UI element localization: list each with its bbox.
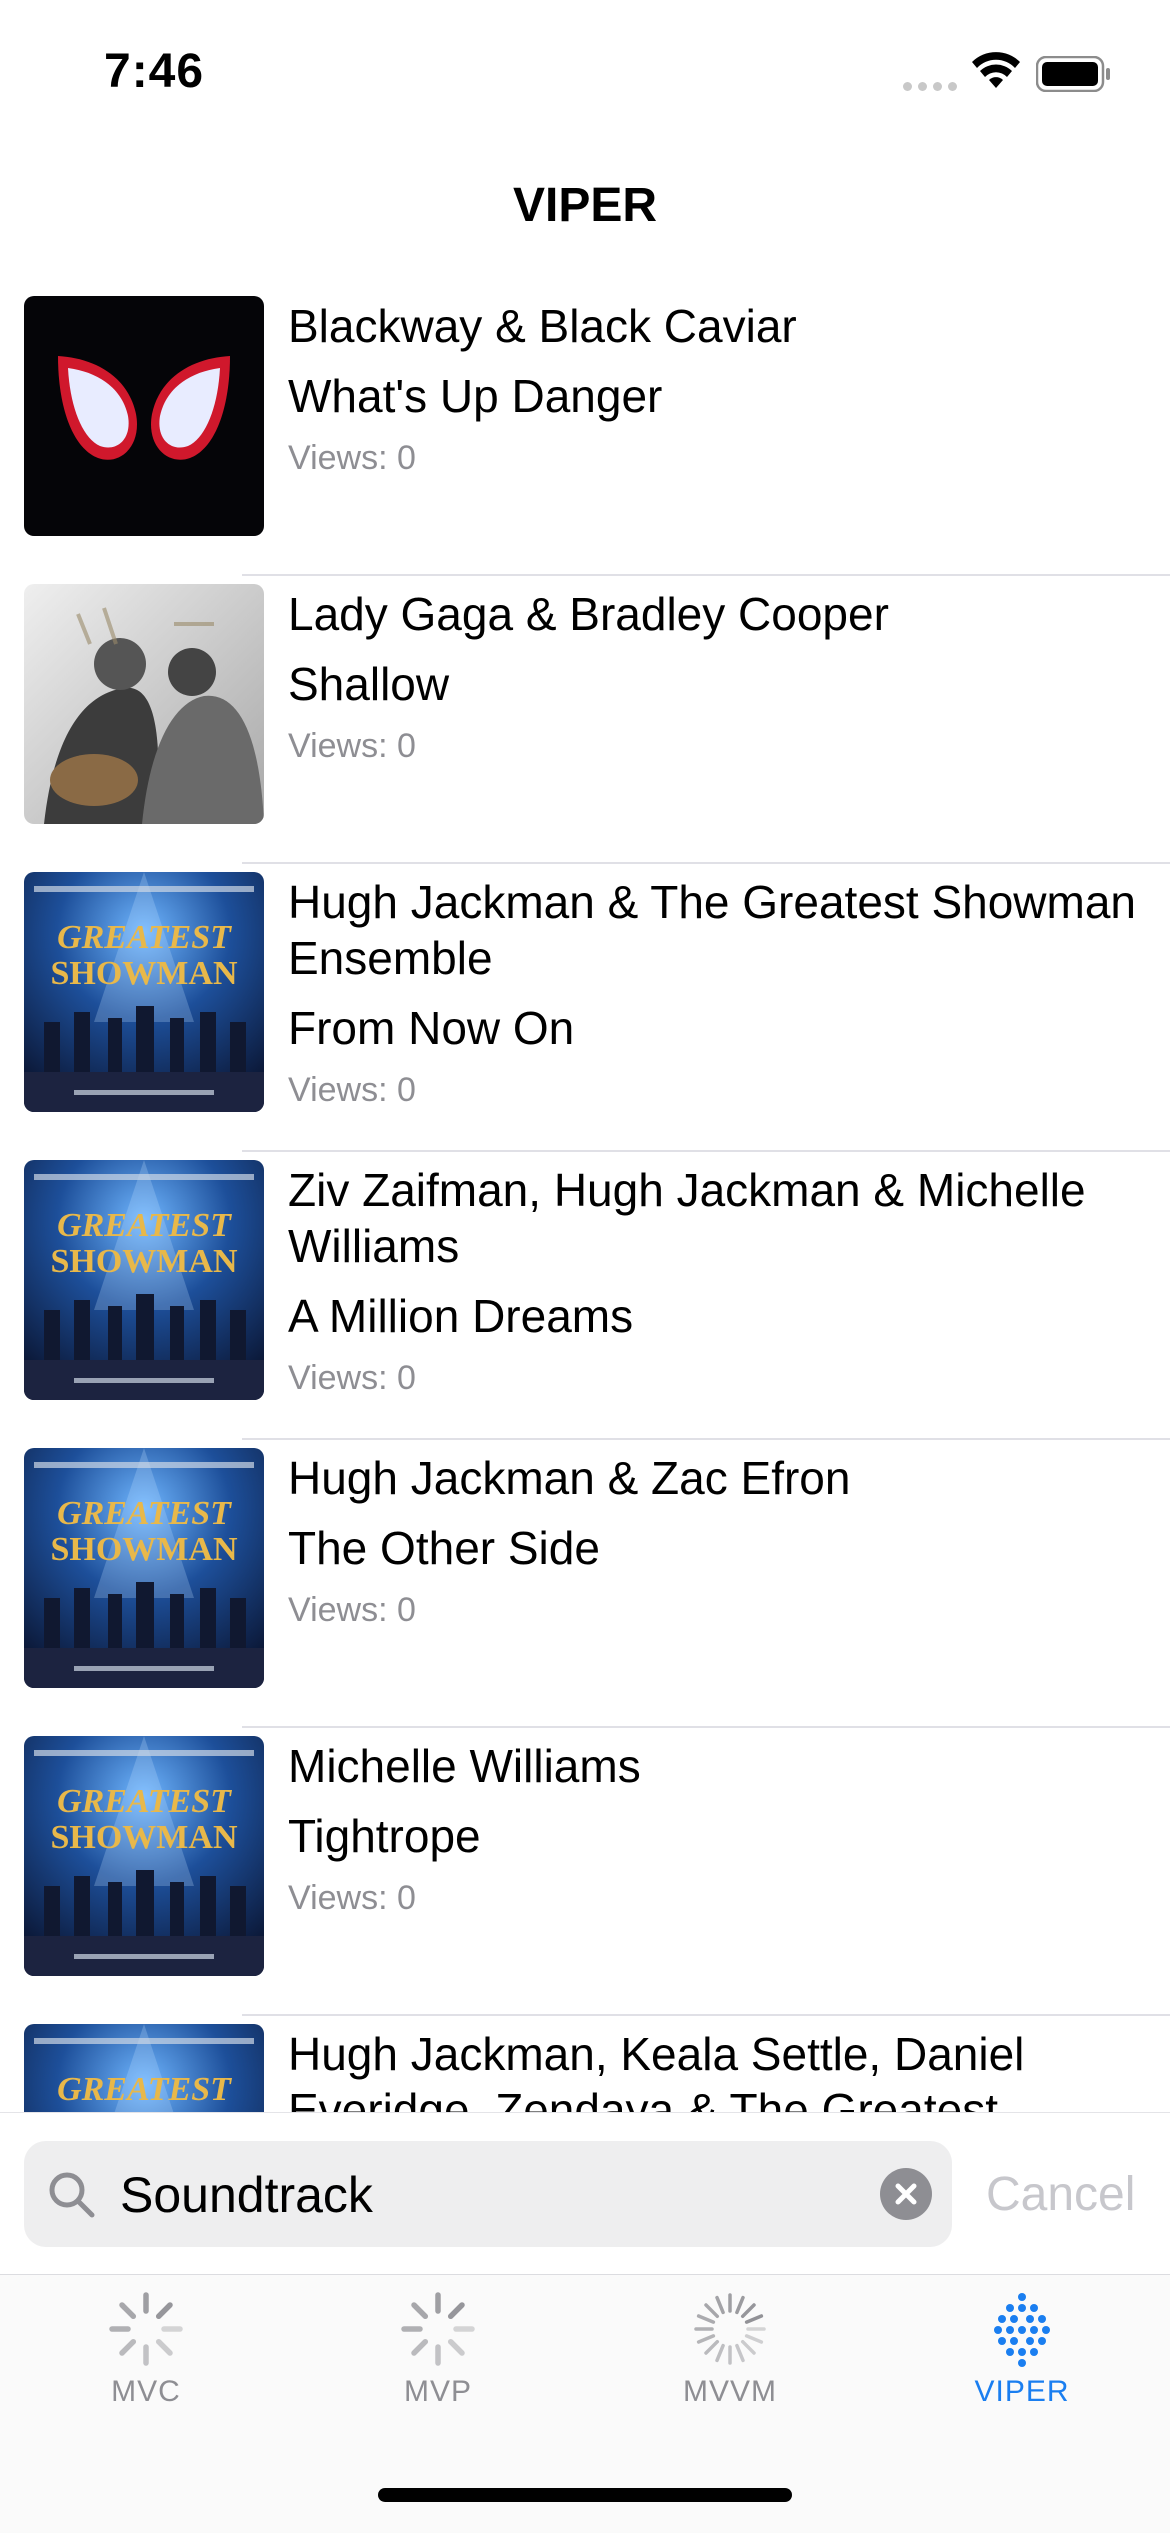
track-views: Views: 0: [288, 727, 416, 765]
svg-text:SHOWMAN: SHOWMAN: [51, 1531, 238, 1568]
list-item[interactable]: GREATEST SHOWMAN Hugh Jackman & Zac Efron…: [0, 1440, 1170, 1728]
spinner-icon: [694, 2293, 766, 2365]
track-artist: Hugh Jackman, Keala Settle, Daniel Everi…: [288, 2028, 1025, 2112]
album-art: GREATESTSHOWMAN: [24, 2024, 264, 2112]
tab-label: MVVM: [683, 2375, 777, 2408]
list-item[interactable]: GREATESTSHOWMAN Hugh Jackman, Keala Sett…: [0, 2016, 1170, 2112]
track-title: From Now On: [288, 1002, 575, 1054]
cancel-button[interactable]: Cancel: [986, 2167, 1135, 2222]
spinner-icon: [401, 2292, 475, 2366]
track-views: Views: 0: [288, 1879, 416, 1917]
album-art: [24, 584, 264, 824]
list-item[interactable]: GREATEST SHOWMAN Ziv Zaifman, Hugh Jackma…: [0, 1152, 1170, 1440]
search-input[interactable]: Soundtrack: [120, 2167, 373, 2223]
status-bar: 7:46: [0, 0, 1170, 140]
tab-mvc[interactable]: MVC: [0, 2289, 292, 2409]
track-artist: Ziv Zaifman, Hugh Jackman & Michelle Wil…: [288, 1164, 1086, 1272]
track-title: A Million Dreams: [288, 1290, 634, 1342]
track-artist: Hugh Jackman & Zac Efron: [288, 1452, 851, 1504]
track-artist: Blackway & Black Caviar: [288, 300, 797, 352]
battery-icon: [1036, 56, 1110, 92]
list-item[interactable]: Lady Gaga & Bradley Cooper Shallow Views…: [0, 576, 1170, 864]
track-artist: Lady Gaga & Bradley Cooper: [288, 588, 889, 640]
track-title: Shallow: [288, 658, 450, 710]
search-icon: [49, 2172, 95, 2218]
wifi-icon: [972, 52, 1020, 88]
tab-label: VIPER: [974, 2375, 1070, 2408]
search-field[interactable]: Soundtrack: [24, 2141, 952, 2247]
tab-label: MVP: [403, 2375, 472, 2408]
home-indicator: [378, 2488, 792, 2502]
list-item[interactable]: GREATEST SHOWMAN Hugh Jackman & The Great…: [0, 864, 1170, 1152]
page-title: VIPER: [512, 179, 658, 232]
svg-text:SHOWMAN: SHOWMAN: [51, 1819, 238, 1856]
spinner-icon: [109, 2292, 183, 2366]
track-title: The Other Side: [288, 1522, 600, 1574]
track-views: Views: 0: [288, 1359, 416, 1397]
album-art: GREATESTSHOWMAN: [24, 1160, 264, 1400]
album-art: GREATESTSHOWMAN: [24, 1736, 264, 1976]
album-art: GREATESTSHOWMAN: [24, 1448, 264, 1688]
album-art: GREATESTSHOWMAN: [24, 872, 264, 1112]
clear-icon[interactable]: [880, 2168, 932, 2220]
tab-label: MVC: [111, 2375, 181, 2408]
track-artist: Michelle Williams: [288, 1740, 641, 1792]
svg-text:GREATEST: GREATEST: [57, 1207, 232, 1244]
track-views: Views: 0: [288, 1071, 416, 1109]
album-art: [24, 296, 264, 536]
track-list[interactable]: Blackway & Black Caviar What's Up Danger…: [0, 288, 1170, 2112]
track-views: Views: 0: [288, 439, 416, 477]
track-title: Tightrope: [288, 1810, 481, 1862]
signal-icon: [903, 82, 957, 91]
status-time: 7:46: [104, 45, 205, 98]
search-bar: Soundtrack Cancel: [0, 2112, 1170, 2275]
svg-text:SHOWMAN: SHOWMAN: [51, 955, 238, 992]
dots-grid-icon: [994, 2293, 1050, 2367]
track-title: What's Up Danger: [288, 370, 663, 422]
tab-viper[interactable]: VIPER: [876, 2289, 1168, 2409]
svg-text:GREATEST: GREATEST: [57, 919, 232, 956]
track-artist: Hugh Jackman & The Greatest Showman Ense…: [288, 876, 1137, 984]
svg-text:GREATEST: GREATEST: [57, 2071, 232, 2108]
svg-text:GREATEST: GREATEST: [57, 1495, 232, 1532]
svg-text:GREATEST: GREATEST: [57, 1783, 232, 1820]
track-views: Views: 0: [288, 1591, 416, 1629]
tab-mvvm[interactable]: MVVM: [584, 2289, 876, 2409]
list-item[interactable]: Blackway & Black Caviar What's Up Danger…: [0, 288, 1170, 576]
list-item[interactable]: GREATEST SHOWMAN Michelle Williams Tightr…: [0, 1728, 1170, 2016]
tab-mvp[interactable]: MVP: [292, 2289, 584, 2409]
svg-text:SHOWMAN: SHOWMAN: [51, 1243, 238, 1280]
